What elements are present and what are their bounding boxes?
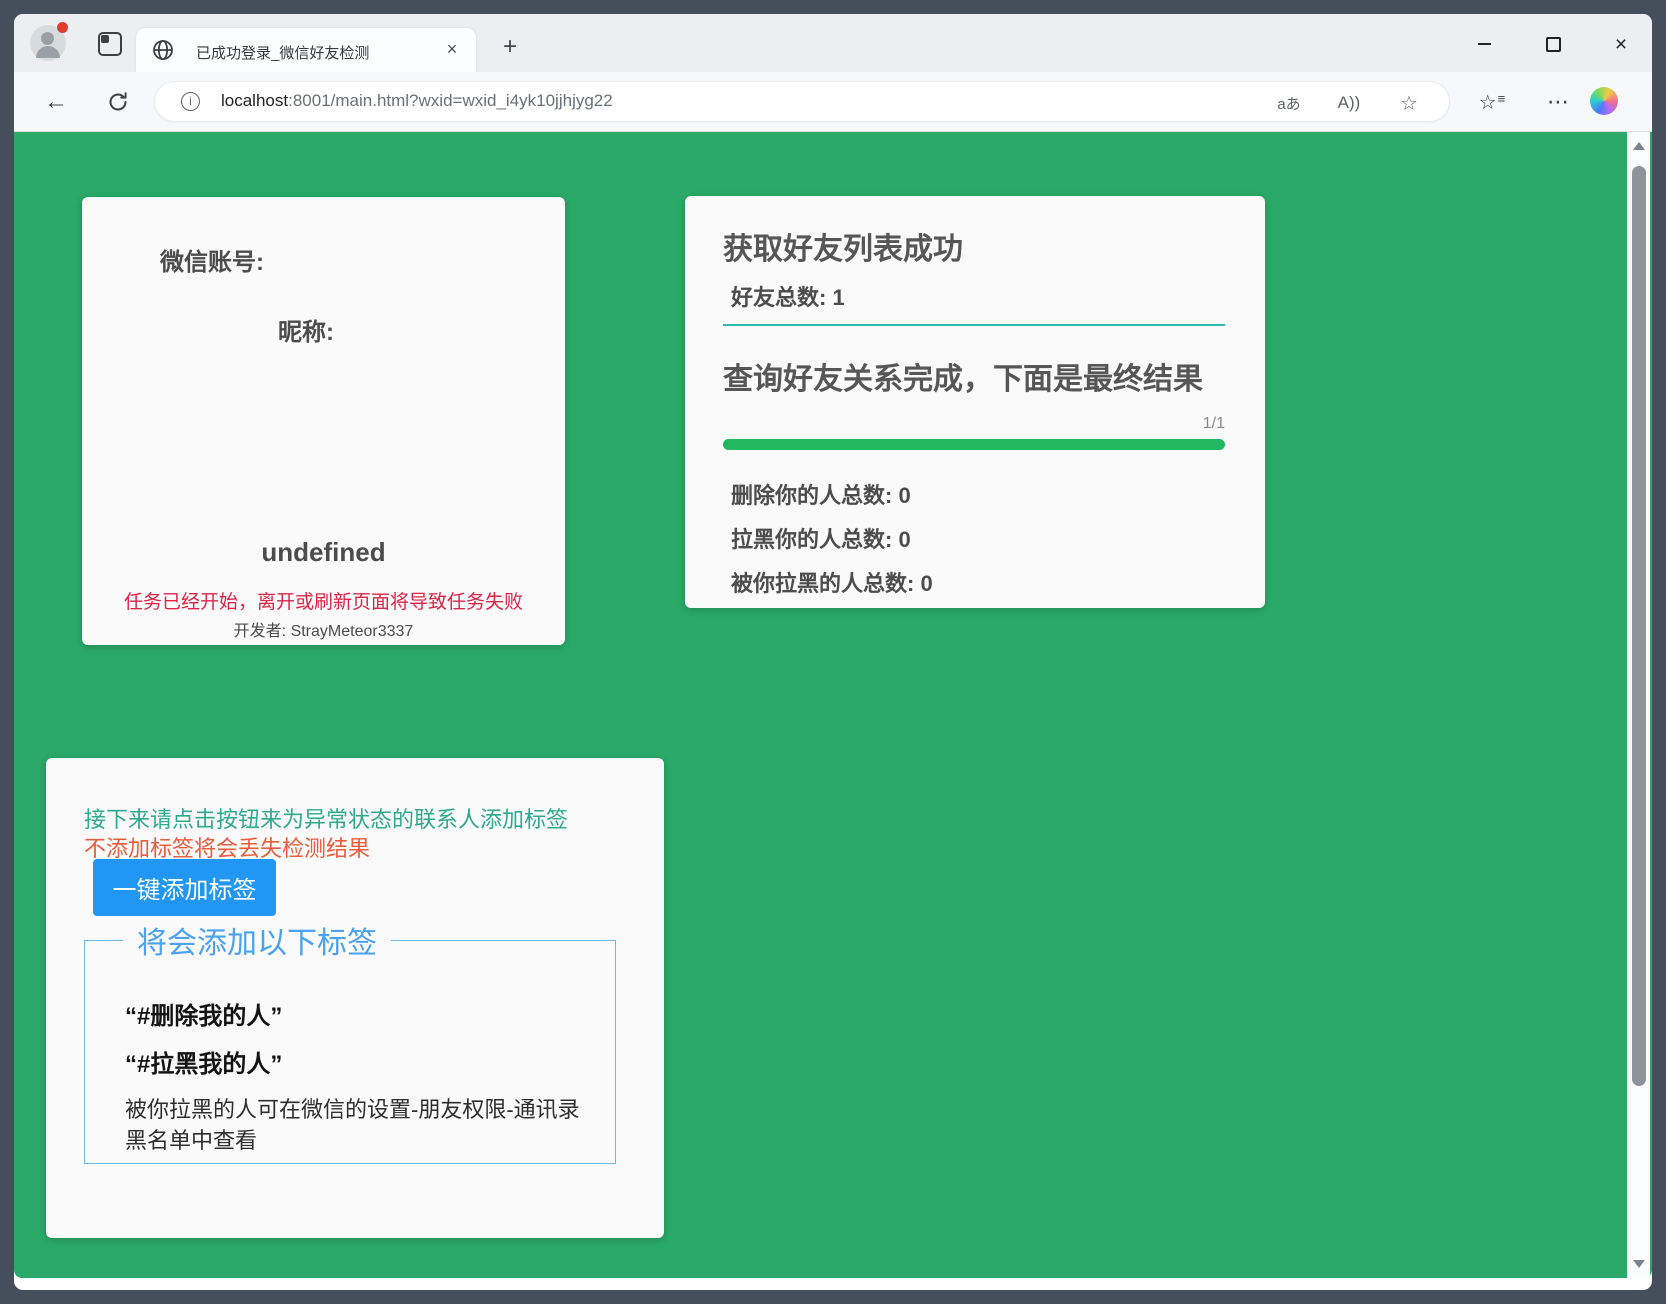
copilot-icon[interactable]: [1590, 87, 1618, 115]
browser-tab[interactable]: 已成功登录_微信好友检测 ×: [136, 28, 476, 72]
favorites-lines: ≡: [1498, 91, 1506, 106]
window-minimize-button[interactable]: [1469, 30, 1499, 58]
maximize-icon: [1546, 37, 1561, 52]
scroll-down-arrow-icon[interactable]: [1633, 1260, 1645, 1268]
tag-card: 接下来请点击按钮来为异常状态的联系人添加标签 不添加标签将会丢失检测结果 一键添…: [46, 758, 664, 1238]
notification-dot: [57, 22, 68, 33]
favorites-star: ☆: [1479, 90, 1497, 115]
nickname-label: 昵称:: [278, 312, 334, 347]
scroll-up-arrow-icon[interactable]: [1633, 142, 1645, 150]
scrollbar-thumb[interactable]: [1632, 166, 1646, 1086]
globe-icon: [152, 39, 174, 61]
teal-divider: [723, 324, 1225, 326]
avatar-person-icon: [36, 46, 60, 58]
address-bar[interactable]: i localhost:8001/main.html?wxid=wxid_i4y…: [154, 81, 1450, 122]
refresh-button[interactable]: [102, 86, 134, 118]
url-path: :8001/main.html?wxid=wxid_i4yk10jjhjyg22: [288, 91, 613, 110]
nickname-value: undefined: [82, 537, 565, 568]
progress-bar: [723, 439, 1225, 450]
back-button[interactable]: ←: [40, 86, 72, 118]
read-aloud-icon[interactable]: A)): [1335, 89, 1363, 117]
deleted-count-text: 删除你的人总数: 0: [731, 478, 911, 510]
wechat-account-label: 微信账号:: [160, 242, 264, 277]
tab-title: 已成功登录_微信好友检测: [196, 42, 369, 63]
browser-window: 已成功登录_微信好友检测 × + × ← i localhost:8001/ma…: [14, 14, 1652, 1290]
window-maximize-button[interactable]: [1538, 30, 1568, 58]
tab-actions-menu-icon[interactable]: [98, 32, 122, 56]
avatar-person-icon: [41, 32, 54, 45]
page-content: 微信账号: 昵称: undefined 任务已经开始，离开或刷新页面将导致任务失…: [14, 132, 1652, 1278]
result-card: 获取好友列表成功 好友总数: 1 查询好友关系完成，下面是最终结果 1/1 删除…: [685, 196, 1265, 608]
site-info-icon[interactable]: i: [181, 92, 200, 111]
navigation-bar: ← i localhost:8001/main.html?wxid=wxid_i…: [14, 72, 1652, 132]
tag-block-label: “#拉黑我的人”: [125, 1044, 282, 1079]
blocked-you-count-text: 拉黑你的人总数: 0: [731, 522, 911, 554]
translate-icon[interactable]: aあ: [1275, 89, 1303, 117]
tag-delete-label: “#删除我的人”: [125, 996, 282, 1031]
developer-credit: 开发者: StrayMeteor3337: [82, 617, 565, 641]
add-favorite-star-icon[interactable]: ☆: [1395, 89, 1423, 117]
page-scrollbar[interactable]: [1627, 132, 1650, 1278]
title-bar: 已成功登录_微信好友检测 × + ×: [14, 14, 1652, 72]
add-tags-button[interactable]: 一键添加标签: [93, 859, 276, 916]
tab-close-button[interactable]: ×: [440, 38, 464, 62]
tag-instruction-text: 接下来请点击按钮来为异常状态的联系人添加标签: [84, 802, 568, 834]
you-blocked-count-text: 被你拉黑的人总数: 0: [731, 566, 933, 598]
settings-more-icon[interactable]: ⋯: [1542, 86, 1574, 118]
blacklist-note-line1: 被你拉黑的人可在微信的设置-朋友权限-通讯录: [125, 1094, 580, 1125]
fetch-success-title: 获取好友列表成功: [723, 224, 963, 268]
query-done-title: 查询好友关系完成，下面是最终结果: [723, 354, 1203, 398]
url-text: localhost:8001/main.html?wxid=wxid_i4yk1…: [221, 91, 613, 111]
blacklist-note: 被你拉黑的人可在微信的设置-朋友权限-通讯录 黑名单中查看: [125, 1094, 580, 1156]
blacklist-note-line2: 黑名单中查看: [125, 1125, 580, 1156]
tags-legend: 将会添加以下标签: [123, 918, 391, 962]
close-icon: ×: [1615, 34, 1627, 55]
progress-fraction: 1/1: [1203, 415, 1225, 433]
minimize-icon: [1478, 43, 1491, 45]
account-card: 微信账号: 昵称: undefined 任务已经开始，离开或刷新页面将导致任务失…: [82, 197, 565, 645]
profile-avatar[interactable]: [30, 25, 66, 61]
window-close-button[interactable]: ×: [1606, 30, 1636, 58]
favorites-bar-icon[interactable]: ☆≡: [1476, 86, 1508, 118]
friend-total-text: 好友总数: 1: [731, 280, 845, 312]
url-host: localhost: [221, 91, 288, 110]
task-warning-text: 任务已经开始，离开或刷新页面将导致任务失败: [82, 587, 565, 614]
new-tab-button[interactable]: +: [496, 34, 524, 62]
